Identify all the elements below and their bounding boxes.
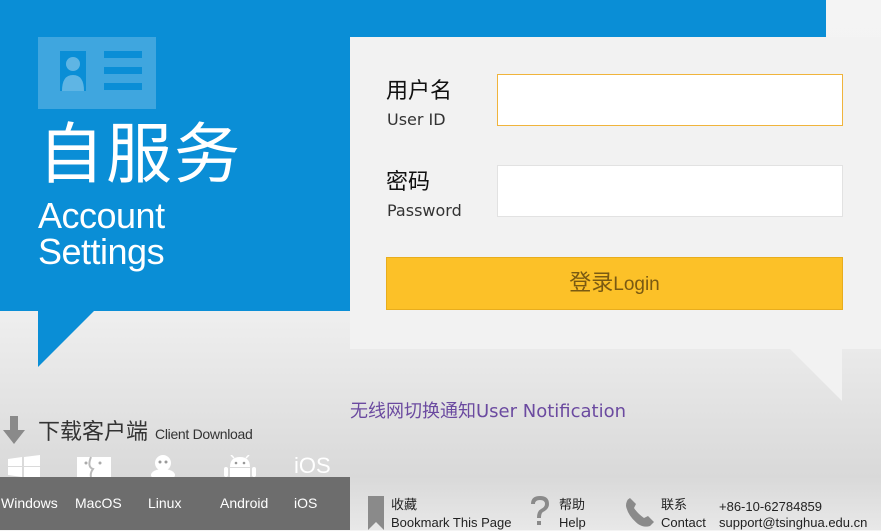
help-label-en[interactable]: Help [559,515,586,531]
brand-title-en: Account Settings [38,198,165,270]
bookmark-label-en[interactable]: Bookmark This Page [391,515,511,531]
download-android-link[interactable]: Android [220,494,268,512]
windows-icon[interactable] [6,455,42,477]
login-button-label-cn: 登录 [569,271,614,296]
brand-title-cn: 自服务 [38,116,242,193]
contact-label-en[interactable]: Contact [661,515,706,531]
help-label-cn[interactable]: 帮助 [559,498,585,514]
contact-phone: +86-10-62784859 [719,499,823,514]
phone-icon[interactable] [624,496,656,528]
password-label-en: Password [387,201,462,220]
login-button-label-en: Login [613,274,660,295]
download-linux-link[interactable]: Linux [148,494,181,512]
macos-icon[interactable] [77,455,111,477]
download-ios-link[interactable]: iOS [294,494,317,512]
download-arrow-icon [3,416,25,444]
client-download-title: 下载客户端 Client Download [38,420,253,447]
help-icon[interactable] [528,494,552,530]
id-card-icon [38,37,156,109]
os-icons-row: iOS [0,455,350,477]
ios-icon[interactable]: iOS [294,455,331,477]
login-page: 自服务 Account Settings 用户名 User ID 密码 Pass… [0,0,881,530]
brand-title-en-line2: Settings [38,231,165,272]
contact-email[interactable]: support@tsinghua.edu.cn [719,515,867,531]
login-speech-tail [790,349,842,401]
contact-label-cn[interactable]: 联系 [661,498,687,514]
brand-speech-tail [38,311,94,367]
login-button[interactable]: 登录Login [386,257,843,310]
brand-title-en-line1: Account [38,195,165,236]
brand-panel: 自服务 Account Settings [0,0,350,311]
bookmark-label-cn[interactable]: 收藏 [391,498,417,514]
wireless-notice-link[interactable]: 无线网切换通知User Notification [350,401,626,423]
bookmark-icon[interactable] [367,494,385,530]
username-label-en: User ID [387,110,446,129]
username-input[interactable] [497,74,843,126]
password-label-cn: 密码 [386,170,431,195]
client-download-title-cn: 下载客户端 [38,420,149,445]
brand-top-strip [350,0,826,37]
password-input[interactable] [497,165,843,217]
android-icon[interactable] [222,455,258,477]
download-windows-link[interactable]: Windows [1,494,58,512]
linux-icon[interactable] [148,455,178,477]
client-download-title-en: Client Download [155,426,253,442]
download-macos-link[interactable]: MacOS [75,494,122,512]
username-label-cn: 用户名 [386,79,453,104]
